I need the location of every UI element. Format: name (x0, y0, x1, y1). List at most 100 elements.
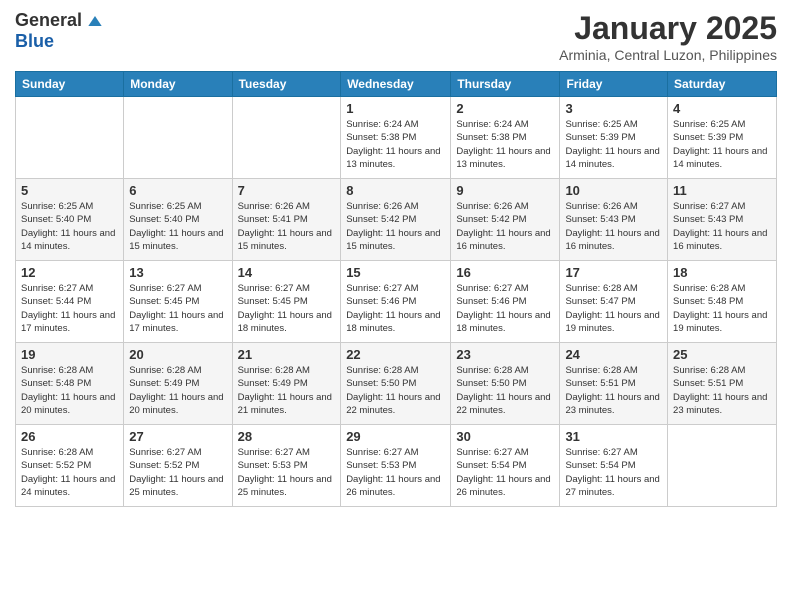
day-info: Sunrise: 6:27 AMSunset: 5:45 PMDaylight:… (238, 282, 336, 335)
day-number: 10 (565, 183, 662, 198)
day-number: 3 (565, 101, 662, 116)
table-row: 27 Sunrise: 6:27 AMSunset: 5:52 PMDaylig… (124, 425, 232, 507)
table-row: 25 Sunrise: 6:28 AMSunset: 5:51 PMDaylig… (668, 343, 777, 425)
day-info: Sunrise: 6:27 AMSunset: 5:54 PMDaylight:… (456, 446, 554, 499)
day-number: 16 (456, 265, 554, 280)
calendar-week-row: 1 Sunrise: 6:24 AMSunset: 5:38 PMDayligh… (16, 97, 777, 179)
table-row: 11 Sunrise: 6:27 AMSunset: 5:43 PMDaylig… (668, 179, 777, 261)
day-info: Sunrise: 6:28 AMSunset: 5:51 PMDaylight:… (673, 364, 771, 417)
month-title: January 2025 (559, 10, 777, 47)
table-row: 2 Sunrise: 6:24 AMSunset: 5:38 PMDayligh… (451, 97, 560, 179)
day-number: 6 (129, 183, 226, 198)
day-number: 27 (129, 429, 226, 444)
calendar-table: Sunday Monday Tuesday Wednesday Thursday… (15, 71, 777, 507)
day-number: 1 (346, 101, 445, 116)
day-number: 31 (565, 429, 662, 444)
day-number: 17 (565, 265, 662, 280)
day-number: 4 (673, 101, 771, 116)
day-number: 2 (456, 101, 554, 116)
col-sunday: Sunday (16, 72, 124, 97)
header: General Blue January 2025 Arminia, Centr… (15, 10, 777, 63)
table-row: 18 Sunrise: 6:28 AMSunset: 5:48 PMDaylig… (668, 261, 777, 343)
calendar-week-row: 5 Sunrise: 6:25 AMSunset: 5:40 PMDayligh… (16, 179, 777, 261)
col-tuesday: Tuesday (232, 72, 341, 97)
title-block: January 2025 Arminia, Central Luzon, Phi… (559, 10, 777, 63)
day-info: Sunrise: 6:28 AMSunset: 5:47 PMDaylight:… (565, 282, 662, 335)
day-info: Sunrise: 6:28 AMSunset: 5:50 PMDaylight:… (346, 364, 445, 417)
day-number: 21 (238, 347, 336, 362)
day-number: 15 (346, 265, 445, 280)
day-info: Sunrise: 6:24 AMSunset: 5:38 PMDaylight:… (346, 118, 445, 171)
table-row: 28 Sunrise: 6:27 AMSunset: 5:53 PMDaylig… (232, 425, 341, 507)
day-info: Sunrise: 6:27 AMSunset: 5:46 PMDaylight:… (456, 282, 554, 335)
table-row: 22 Sunrise: 6:28 AMSunset: 5:50 PMDaylig… (341, 343, 451, 425)
day-info: Sunrise: 6:25 AMSunset: 5:40 PMDaylight:… (21, 200, 118, 253)
day-number: 13 (129, 265, 226, 280)
day-info: Sunrise: 6:25 AMSunset: 5:39 PMDaylight:… (565, 118, 662, 171)
table-row (124, 97, 232, 179)
day-info: Sunrise: 6:26 AMSunset: 5:42 PMDaylight:… (456, 200, 554, 253)
day-info: Sunrise: 6:27 AMSunset: 5:44 PMDaylight:… (21, 282, 118, 335)
day-info: Sunrise: 6:28 AMSunset: 5:49 PMDaylight:… (129, 364, 226, 417)
day-info: Sunrise: 6:27 AMSunset: 5:54 PMDaylight:… (565, 446, 662, 499)
logo-blue-text: Blue (15, 31, 54, 52)
table-row: 17 Sunrise: 6:28 AMSunset: 5:47 PMDaylig… (560, 261, 668, 343)
day-info: Sunrise: 6:27 AMSunset: 5:52 PMDaylight:… (129, 446, 226, 499)
day-number: 24 (565, 347, 662, 362)
day-number: 23 (456, 347, 554, 362)
day-info: Sunrise: 6:25 AMSunset: 5:40 PMDaylight:… (129, 200, 226, 253)
day-number: 28 (238, 429, 336, 444)
calendar-week-row: 26 Sunrise: 6:28 AMSunset: 5:52 PMDaylig… (16, 425, 777, 507)
col-thursday: Thursday (451, 72, 560, 97)
table-row: 31 Sunrise: 6:27 AMSunset: 5:54 PMDaylig… (560, 425, 668, 507)
table-row: 10 Sunrise: 6:26 AMSunset: 5:43 PMDaylig… (560, 179, 668, 261)
day-number: 25 (673, 347, 771, 362)
location: Arminia, Central Luzon, Philippines (559, 47, 777, 63)
day-number: 11 (673, 183, 771, 198)
table-row: 20 Sunrise: 6:28 AMSunset: 5:49 PMDaylig… (124, 343, 232, 425)
table-row: 6 Sunrise: 6:25 AMSunset: 5:40 PMDayligh… (124, 179, 232, 261)
day-info: Sunrise: 6:27 AMSunset: 5:46 PMDaylight:… (346, 282, 445, 335)
day-number: 26 (21, 429, 118, 444)
day-info: Sunrise: 6:28 AMSunset: 5:50 PMDaylight:… (456, 364, 554, 417)
table-row: 8 Sunrise: 6:26 AMSunset: 5:42 PMDayligh… (341, 179, 451, 261)
table-row (232, 97, 341, 179)
table-row: 9 Sunrise: 6:26 AMSunset: 5:42 PMDayligh… (451, 179, 560, 261)
table-row: 26 Sunrise: 6:28 AMSunset: 5:52 PMDaylig… (16, 425, 124, 507)
day-info: Sunrise: 6:28 AMSunset: 5:49 PMDaylight:… (238, 364, 336, 417)
table-row: 15 Sunrise: 6:27 AMSunset: 5:46 PMDaylig… (341, 261, 451, 343)
logo-icon (85, 11, 105, 31)
table-row: 14 Sunrise: 6:27 AMSunset: 5:45 PMDaylig… (232, 261, 341, 343)
day-number: 9 (456, 183, 554, 198)
day-info: Sunrise: 6:26 AMSunset: 5:41 PMDaylight:… (238, 200, 336, 253)
day-number: 8 (346, 183, 445, 198)
day-number: 29 (346, 429, 445, 444)
day-number: 14 (238, 265, 336, 280)
table-row: 7 Sunrise: 6:26 AMSunset: 5:41 PMDayligh… (232, 179, 341, 261)
table-row: 29 Sunrise: 6:27 AMSunset: 5:53 PMDaylig… (341, 425, 451, 507)
col-wednesday: Wednesday (341, 72, 451, 97)
col-monday: Monday (124, 72, 232, 97)
day-info: Sunrise: 6:27 AMSunset: 5:45 PMDaylight:… (129, 282, 226, 335)
page: General Blue January 2025 Arminia, Centr… (0, 0, 792, 612)
table-row: 12 Sunrise: 6:27 AMSunset: 5:44 PMDaylig… (16, 261, 124, 343)
day-number: 7 (238, 183, 336, 198)
table-row: 21 Sunrise: 6:28 AMSunset: 5:49 PMDaylig… (232, 343, 341, 425)
day-info: Sunrise: 6:27 AMSunset: 5:53 PMDaylight:… (346, 446, 445, 499)
logo: General Blue (15, 10, 105, 52)
day-info: Sunrise: 6:25 AMSunset: 5:39 PMDaylight:… (673, 118, 771, 171)
day-info: Sunrise: 6:28 AMSunset: 5:48 PMDaylight:… (21, 364, 118, 417)
col-saturday: Saturday (668, 72, 777, 97)
day-number: 5 (21, 183, 118, 198)
table-row (16, 97, 124, 179)
day-number: 22 (346, 347, 445, 362)
table-row: 4 Sunrise: 6:25 AMSunset: 5:39 PMDayligh… (668, 97, 777, 179)
table-row: 24 Sunrise: 6:28 AMSunset: 5:51 PMDaylig… (560, 343, 668, 425)
table-row: 16 Sunrise: 6:27 AMSunset: 5:46 PMDaylig… (451, 261, 560, 343)
day-info: Sunrise: 6:28 AMSunset: 5:52 PMDaylight:… (21, 446, 118, 499)
day-info: Sunrise: 6:28 AMSunset: 5:48 PMDaylight:… (673, 282, 771, 335)
day-info: Sunrise: 6:27 AMSunset: 5:53 PMDaylight:… (238, 446, 336, 499)
day-info: Sunrise: 6:27 AMSunset: 5:43 PMDaylight:… (673, 200, 771, 253)
table-row: 19 Sunrise: 6:28 AMSunset: 5:48 PMDaylig… (16, 343, 124, 425)
col-friday: Friday (560, 72, 668, 97)
